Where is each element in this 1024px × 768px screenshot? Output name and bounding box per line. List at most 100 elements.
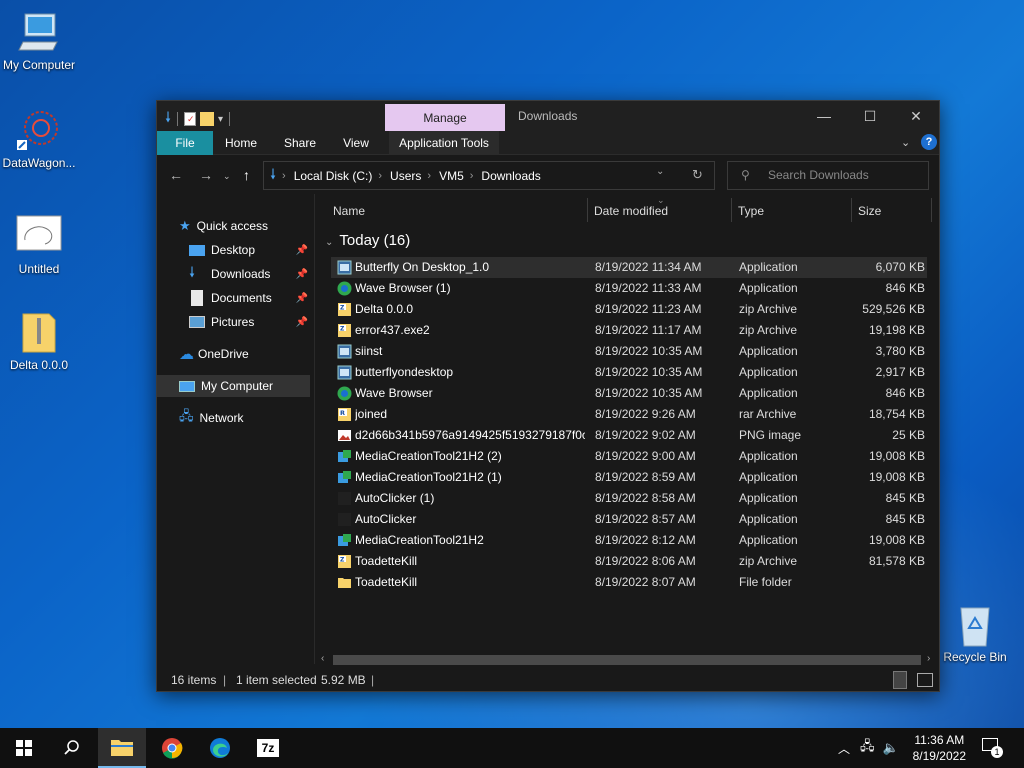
media-tool-icon bbox=[337, 470, 352, 485]
close-button[interactable]: ✕ bbox=[893, 101, 939, 131]
search-icon bbox=[64, 740, 79, 755]
column-header-type[interactable]: Type bbox=[738, 194, 764, 228]
breadcrumb-downloads[interactable]: Downloads bbox=[481, 169, 540, 183]
taskbar-edge[interactable] bbox=[196, 728, 244, 768]
desktop-icon-datawagon[interactable]: DataWagon... bbox=[0, 106, 78, 170]
file-row[interactable]: butterflyondesktop 8/19/2022 10:35 AM Appl… bbox=[331, 362, 927, 383]
tab-file[interactable]: File bbox=[157, 131, 213, 155]
desktop-folder-icon bbox=[189, 244, 205, 256]
file-date: 8/19/2022 10:35 AM bbox=[595, 365, 703, 379]
breadcrumb-local-disk[interactable]: Local Disk (C:) bbox=[294, 169, 373, 183]
wave-browser-icon bbox=[337, 281, 352, 296]
file-row[interactable]: MediaCreationTool21H2 (1) 8/19/2022 8:59 … bbox=[331, 467, 927, 488]
file-date: 8/19/2022 9:00 AM bbox=[595, 449, 696, 463]
show-hidden-icons-chevron-icon[interactable]: ︿ bbox=[838, 740, 850, 757]
file-row[interactable]: Rjoined 8/19/2022 9:26 AM rar Archive 18,75… bbox=[331, 404, 927, 425]
breadcrumb-vm5[interactable]: VM5 bbox=[439, 169, 464, 183]
file-row[interactable]: MediaCreationTool21H2 8/19/2022 8:12 AM Ap… bbox=[331, 530, 927, 551]
horizontal-scrollbar[interactable]: ‹ › bbox=[317, 653, 939, 667]
nav-downloads[interactable]: 🠗 Downloads 📌 bbox=[157, 263, 314, 285]
volume-icon[interactable]: 🔈 bbox=[883, 740, 899, 756]
file-row[interactable]: siinst 8/19/2022 10:35 AM Application 3,780… bbox=[331, 341, 927, 362]
file-type: PNG image bbox=[739, 428, 802, 442]
maximize-button[interactable]: ☐ bbox=[847, 101, 893, 131]
tab-application-tools[interactable]: Application Tools bbox=[389, 131, 499, 155]
customize-qat-icon[interactable]: ▾ bbox=[218, 114, 223, 125]
scroll-thumb[interactable] bbox=[333, 655, 921, 665]
help-icon[interactable]: ? bbox=[921, 134, 937, 150]
group-header-today[interactable]: ⌄ Today (16) bbox=[325, 232, 410, 249]
taskbar-7zip[interactable]: 7z bbox=[244, 728, 292, 768]
file-type: Application bbox=[739, 449, 798, 463]
file-row[interactable]: Wave Browser (1) 8/19/2022 11:33 AM Applic… bbox=[331, 278, 927, 299]
tab-manage[interactable]: Manage bbox=[385, 104, 505, 132]
start-button[interactable] bbox=[0, 728, 48, 768]
properties-icon[interactable]: ✓ bbox=[184, 112, 197, 126]
search-input[interactable]: Search Downloads bbox=[727, 161, 929, 190]
breadcrumb-users[interactable]: Users bbox=[390, 169, 421, 183]
desktop-icon-my-computer[interactable]: My Computer bbox=[0, 8, 78, 72]
address-bar[interactable]: 🠗 › Local Disk (C:) › Users › VM5 › Down… bbox=[263, 161, 715, 190]
desktop-icon-untitled[interactable]: Untitled bbox=[0, 212, 78, 276]
file-date: 8/19/2022 8:57 AM bbox=[595, 512, 696, 526]
7zip-icon: 7z bbox=[257, 739, 279, 757]
explorer-window: 🠗 ✓ ▾ Manage Downloads — ☐ ✕ File Home S… bbox=[156, 100, 940, 692]
ribbon-tabs: File Home Share View Application Tools ⌄… bbox=[157, 131, 939, 155]
folder-icon bbox=[111, 740, 133, 756]
file-row[interactable]: Z Delta 0.0.0 8/19/2022 11:23 AM zip Archiv… bbox=[331, 299, 927, 320]
large-icons-view-icon[interactable] bbox=[917, 673, 933, 687]
column-header-size[interactable]: Size bbox=[858, 194, 881, 228]
file-row[interactable]: AutoClicker 8/19/2022 8:57 AM Application 8… bbox=[331, 509, 927, 530]
file-row[interactable]: AutoClicker (1) 8/19/2022 8:58 AM Applicat… bbox=[331, 488, 927, 509]
scroll-right-icon[interactable]: › bbox=[927, 653, 930, 664]
ribbon-expand-icon[interactable]: ⌄ bbox=[901, 136, 910, 149]
scroll-left-icon[interactable]: ‹ bbox=[321, 653, 324, 664]
file-row[interactable]: d2d66b341b5976a9149425f5193279187f0c... 8… bbox=[331, 425, 927, 446]
taskbar-file-explorer[interactable] bbox=[98, 728, 146, 768]
file-row[interactable]: Wave Browser 8/19/2022 10:35 AM Applicatio… bbox=[331, 383, 927, 404]
column-header-name[interactable]: Name bbox=[333, 194, 365, 228]
taskbar-chrome[interactable] bbox=[148, 728, 196, 768]
navigation-pane: ★ Quick access Desktop 📌 🠗 Downloads 📌 D… bbox=[157, 194, 315, 664]
search-button[interactable] bbox=[48, 728, 96, 768]
file-name: MediaCreationTool21H2 bbox=[355, 533, 484, 547]
minimize-button[interactable]: — bbox=[801, 101, 847, 131]
tab-share[interactable]: Share bbox=[277, 131, 323, 155]
file-date: 8/19/2022 8:06 AM bbox=[595, 554, 696, 568]
nav-network[interactable]: 🖧 Network bbox=[157, 407, 314, 429]
system-clock[interactable]: 11:36 AM 8/19/2022 bbox=[913, 732, 966, 764]
refresh-icon[interactable]: ↻ bbox=[692, 167, 703, 183]
file-row[interactable]: MediaCreationTool21H2 (2) 8/19/2022 9:00 … bbox=[331, 446, 927, 467]
recent-locations-icon[interactable]: ⌄ bbox=[223, 171, 231, 182]
nav-pictures[interactable]: Pictures 📌 bbox=[157, 311, 314, 333]
nav-my-computer[interactable]: My Computer bbox=[157, 375, 310, 397]
file-row[interactable]: Zerror437.exe2 8/19/2022 11:17 AM zip Arch… bbox=[331, 320, 927, 341]
back-arrow-icon[interactable]: ← bbox=[169, 167, 183, 183]
svg-text:Z: Z bbox=[340, 326, 345, 333]
nav-quick-access[interactable]: ★ Quick access bbox=[179, 215, 314, 237]
forward-arrow-icon[interactable]: → bbox=[199, 167, 213, 183]
nav-desktop[interactable]: Desktop 📌 bbox=[157, 239, 314, 261]
tab-home[interactable]: Home bbox=[219, 131, 263, 155]
up-arrow-icon[interactable]: ↑ bbox=[243, 167, 250, 183]
notification-center-button[interactable]: 1 bbox=[982, 738, 1004, 758]
file-row[interactable]: Butterfly On Desktop_1.0 8/19/2022 11:34 … bbox=[331, 257, 927, 278]
desktop-icon-recycle-bin[interactable]: Recycle Bin bbox=[936, 600, 1014, 664]
file-row[interactable]: Z ToadetteKill 8/19/2022 8:06 AM zip Archiv… bbox=[331, 551, 927, 572]
desktop-icon-delta[interactable]: Delta 0.0.0 bbox=[0, 308, 78, 372]
network-status-icon[interactable]: 🖧 bbox=[860, 737, 875, 759]
tab-view[interactable]: View bbox=[335, 131, 377, 155]
file-date: 8/19/2022 9:02 AM bbox=[595, 428, 696, 442]
nav-documents[interactable]: Documents 📌 bbox=[157, 287, 314, 309]
file-type: zip Archive bbox=[739, 554, 798, 568]
svg-text:Z: Z bbox=[340, 557, 345, 564]
address-dropdown-icon[interactable]: ⌄ bbox=[656, 166, 664, 177]
app-installer-icon bbox=[337, 260, 352, 275]
pin-icon: 📌 bbox=[295, 316, 308, 328]
zip-icon: Z bbox=[337, 323, 352, 338]
details-view-icon[interactable] bbox=[893, 671, 907, 689]
new-folder-icon[interactable] bbox=[200, 112, 215, 126]
nav-onedrive[interactable]: ☁ OneDrive bbox=[157, 343, 314, 365]
file-row[interactable]: ToadetteKill 8/19/2022 8:07 AM File folder bbox=[331, 572, 927, 593]
file-size: 529,526 KB bbox=[862, 302, 925, 316]
